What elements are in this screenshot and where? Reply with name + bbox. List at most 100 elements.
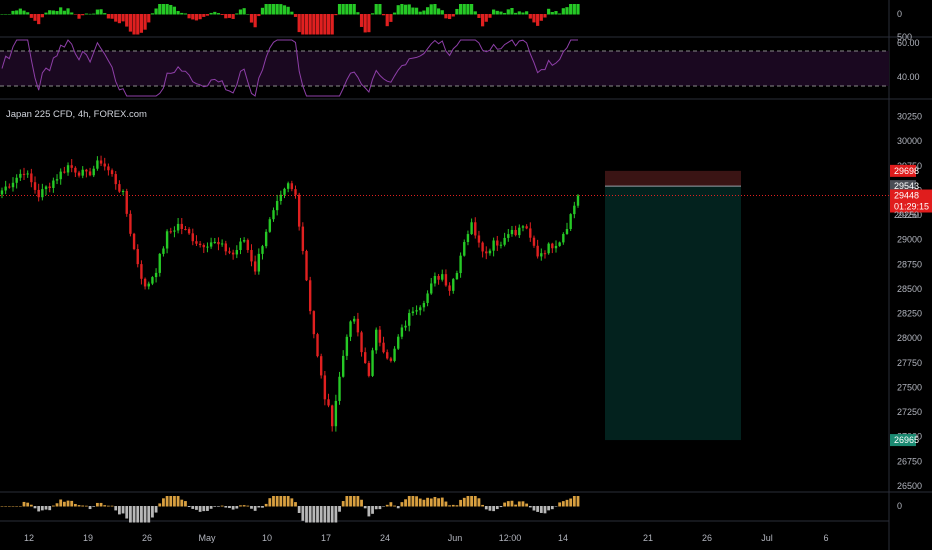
histogram-bar	[114, 14, 118, 22]
histogram-bar	[528, 14, 532, 19]
histogram-bar	[297, 14, 301, 33]
histogram-bar	[62, 10, 66, 15]
histogram-bar	[473, 11, 477, 15]
histogram-bar	[216, 13, 221, 15]
oscillator-bar	[217, 506, 220, 507]
oscillator-bar	[151, 506, 154, 518]
candle-body	[220, 243, 224, 245]
oscillator-bar	[327, 506, 330, 523]
oscillator-bar	[4, 506, 8, 507]
oscillator-bar	[242, 505, 246, 507]
time-tick-label: 10	[262, 533, 272, 543]
candle-body	[536, 245, 539, 257]
time-tick-label: 26	[142, 533, 152, 543]
stop-loss-zone[interactable]	[605, 170, 741, 187]
histogram-bar	[227, 14, 232, 18]
histogram-bar	[246, 13, 250, 15]
oscillator-bar	[517, 501, 521, 507]
histogram-bar	[352, 4, 356, 15]
oscillator-bar	[290, 498, 294, 507]
oscillator-bar	[558, 502, 562, 507]
time-tick-label: 12	[24, 533, 34, 543]
oscillator-bar	[429, 498, 433, 507]
histogram-bar	[92, 13, 96, 15]
stop-price-text: 29698	[894, 166, 919, 176]
histogram-bar	[323, 14, 327, 35]
histogram-bar	[495, 10, 499, 15]
oscillator-bar	[360, 499, 363, 507]
candle-body	[147, 283, 150, 287]
candle-body	[286, 183, 290, 189]
histogram-bar	[165, 4, 169, 15]
oscillator-bar	[415, 496, 418, 507]
candle-body	[415, 310, 418, 312]
oscillator-bar	[26, 502, 30, 507]
candle-body	[330, 405, 334, 427]
candle-body	[316, 334, 319, 357]
candle-body	[371, 350, 374, 376]
time-tick-label: 17	[321, 533, 331, 543]
oscillator-bar	[195, 506, 198, 510]
price-tick-label: 26750	[897, 456, 922, 466]
oscillator-bar	[528, 506, 532, 508]
candle-body	[389, 358, 393, 361]
short-position-tool[interactable]	[605, 170, 741, 441]
candle-body	[66, 165, 70, 173]
oscillator-bar	[235, 506, 239, 509]
histogram-bar	[506, 9, 510, 15]
oscillator-bar	[62, 501, 66, 507]
oscillator-bar	[220, 505, 224, 507]
oscillator-bar	[106, 505, 110, 507]
histogram-bar	[521, 12, 525, 15]
oscillator-bar	[81, 505, 85, 507]
oscillator-bar	[345, 496, 349, 507]
histogram-bar	[202, 14, 206, 17]
histogram-bar	[117, 14, 122, 24]
candle-body	[165, 231, 169, 249]
histogram-bar	[242, 8, 246, 15]
histogram-bar	[282, 5, 287, 15]
candle-body	[543, 253, 547, 255]
candle-body	[169, 231, 172, 233]
take-profit-zone[interactable]	[605, 186, 741, 441]
oscillator-bar	[539, 506, 543, 513]
candle-body	[349, 321, 352, 337]
oscillator-bar	[352, 496, 356, 507]
oscillator-bar	[422, 499, 426, 507]
candle-body	[85, 169, 88, 172]
histogram-bar	[345, 4, 349, 15]
histogram-bar	[88, 13, 92, 15]
oscillator-bar	[283, 496, 286, 507]
price-tick-label: 26500	[897, 481, 922, 491]
candle-body	[308, 280, 312, 312]
histogram-bar	[51, 10, 55, 15]
last-price-text: 29448	[894, 190, 919, 200]
histogram-bar	[128, 14, 133, 32]
candle-body	[132, 233, 136, 250]
candle-body	[319, 356, 323, 376]
candle-body	[81, 169, 84, 176]
oscillator-bar	[143, 506, 147, 523]
price-chart[interactable]: 0 500 60.00 40.00 Japan 225 CFD, 4h, FOR…	[0, 0, 932, 550]
histogram-bar	[462, 4, 466, 15]
histogram-bar	[378, 4, 382, 15]
histogram-bar	[315, 14, 320, 35]
histogram-bar	[44, 12, 48, 15]
candle-body	[198, 243, 202, 245]
candle-body	[253, 261, 257, 272]
oscillator-bar	[59, 499, 63, 507]
oscillator-bar	[253, 506, 257, 511]
histogram-bar	[341, 4, 345, 15]
time-tick-label: 14	[558, 533, 568, 543]
candle-body	[353, 318, 356, 322]
candle-body	[96, 160, 99, 169]
histogram-bar	[547, 8, 551, 15]
histogram-bar	[558, 13, 562, 15]
oscillator-bar	[272, 496, 275, 507]
oscillator-bar	[481, 504, 485, 507]
oscillator-bar	[268, 498, 272, 507]
histogram-bar	[268, 4, 272, 15]
histogram-bar	[238, 9, 243, 15]
candle-body	[257, 253, 261, 272]
oscillator-bar	[503, 502, 507, 507]
